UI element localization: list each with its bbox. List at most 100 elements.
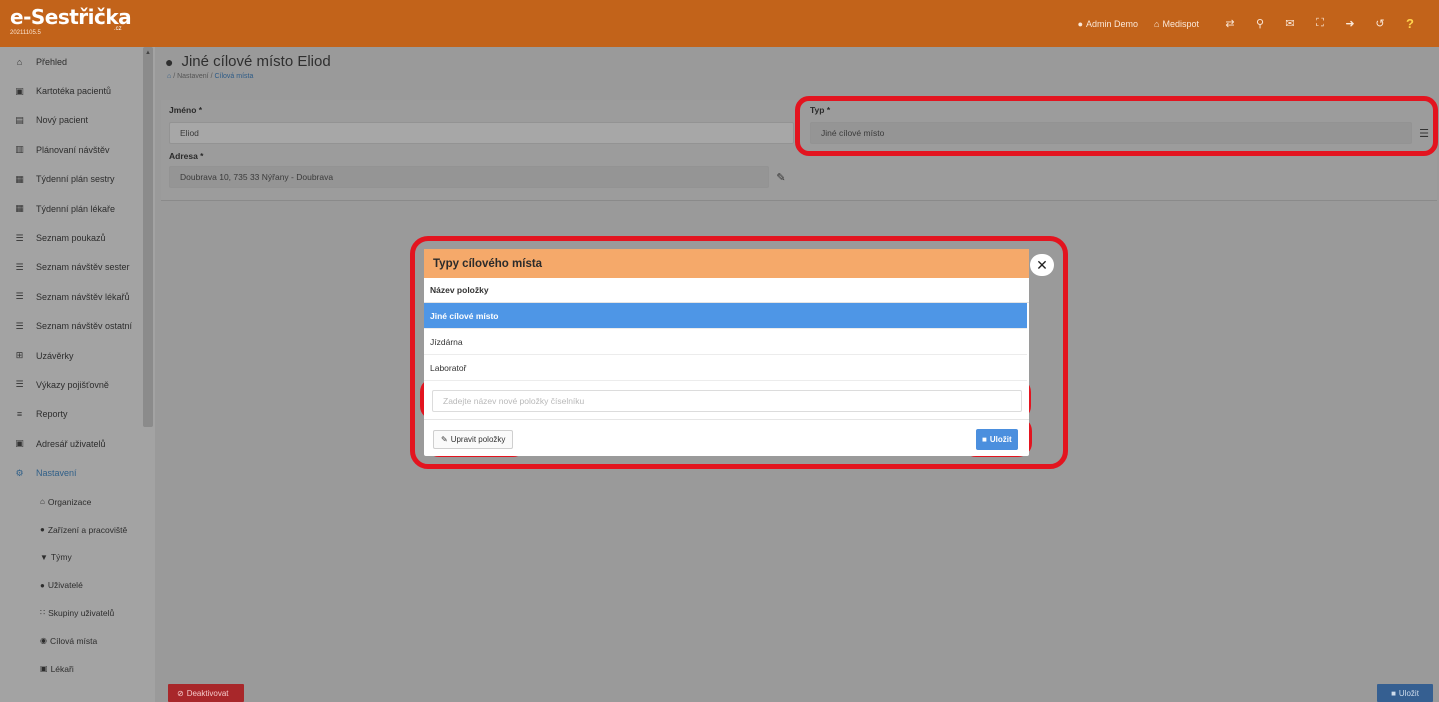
sidebar-item[interactable]: ☰ Seznam návštěv sester xyxy=(0,253,155,282)
sidebar-item[interactable]: ≡ Reporty xyxy=(0,400,155,429)
address-book-icon: ▣ xyxy=(15,438,24,449)
breadcrumb-target-places[interactable]: Cílová místa xyxy=(214,73,253,80)
sidebar-scrollbar[interactable] xyxy=(143,47,153,427)
sidebar-subitem[interactable]: ● Zařízení a pracoviště xyxy=(0,516,155,544)
user-menu[interactable]: ● Admin Demo xyxy=(1078,19,1138,29)
name-field[interactable]: Eliod xyxy=(169,122,794,144)
deactivate-label: Deaktivovat xyxy=(186,688,229,698)
help-icon[interactable]: ? xyxy=(1395,16,1425,31)
type-list-item[interactable]: Laboratoř xyxy=(424,355,1027,381)
bank-icon: ⌂ xyxy=(1154,18,1160,29)
sidebar-subitem-label: Organizace xyxy=(47,496,92,507)
sidebar-subitem[interactable]: ⌂ Organizace xyxy=(0,488,155,516)
users-icon: ∷ xyxy=(40,608,46,618)
type-field[interactable]: Jiné cílové místo xyxy=(810,122,1412,144)
search-icon[interactable]: ⚲ xyxy=(1245,17,1275,30)
page-header: ● Jiné cílové místo Eliod ⌂ / Nastavení … xyxy=(155,47,1439,93)
sidebar: ⌂ Přehled ▣ Kartotéka pacientů ▤ Nový pacient… xyxy=(0,47,155,702)
type-list-item[interactable]: Jiné cílové místo xyxy=(424,303,1027,329)
logo-text: e-Sestřička xyxy=(10,5,132,29)
sidebar-item-label: Uzávěrky xyxy=(36,350,74,361)
sidebar-subitem[interactable]: ◉ Cílová místa xyxy=(0,627,155,655)
sidebar-item[interactable]: ☰ Seznam návštěv ostatní xyxy=(0,312,155,341)
sidebar-subitem[interactable]: ▼ Týmy xyxy=(0,543,155,571)
scroll-up-icon[interactable]: ▲ xyxy=(145,50,151,56)
id-card-icon: ▤ xyxy=(15,114,24,125)
sidebar-item[interactable]: ▤ Nový pacient xyxy=(0,106,155,135)
sidebar-subitem[interactable]: ▣ Lékaři xyxy=(0,655,155,683)
app-version: 20211105.5 xyxy=(10,30,41,36)
sidebar-subitem[interactable]: ● Uživatelé xyxy=(0,571,155,599)
list-icon: ☰ xyxy=(15,261,24,272)
list-icon: ☰ xyxy=(15,379,24,390)
sidebar-item[interactable]: ▥ Plánovaní návštěv xyxy=(0,135,155,164)
breadcrumb: ⌂ / Nastavení / Cílová místa xyxy=(167,73,254,80)
fullscreen-icon[interactable]: ⛶ xyxy=(1305,17,1335,30)
name-label: Jméno * xyxy=(169,105,203,115)
user-icon: ● xyxy=(40,580,45,590)
sidebar-item-label: Seznam návštěv lékařů xyxy=(36,291,130,302)
ban-icon: ⊘ xyxy=(177,688,184,698)
dialog-title: Typy cílového místa xyxy=(424,249,1029,278)
floppy-icon: ■ xyxy=(1391,688,1396,698)
sidebar-item[interactable]: ☰ Seznam poukazů xyxy=(0,223,155,252)
card-icon: ▣ xyxy=(15,85,24,96)
grid-icon: ⊞ xyxy=(15,350,24,361)
bank-icon: ⌂ xyxy=(40,497,45,507)
sidebar-item-label: Týdenní plán lékaře xyxy=(36,203,116,214)
user-name: Admin Demo xyxy=(1086,18,1139,29)
edit-items-button[interactable]: ✎ Upravit položky xyxy=(433,430,514,449)
chart-icon: ≡ xyxy=(16,409,23,420)
close-icon[interactable]: ✕ xyxy=(1030,254,1054,276)
dialog-footer: ✎ Upravit položky ■ Uložit xyxy=(424,419,1029,456)
circle-icon: ● xyxy=(40,525,45,535)
save-button[interactable]: ■ Uložit xyxy=(1377,684,1433,702)
sidebar-subitem-label: Zařízení a pracoviště xyxy=(47,524,128,535)
target-type-dialog: Typy cílového místa Název položky Jiné c… xyxy=(424,249,1029,456)
list-icon: ☰ xyxy=(15,232,24,243)
dialog-save-button[interactable]: ■ Uložit xyxy=(976,429,1018,450)
breadcrumb-settings[interactable]: Nastavení xyxy=(177,73,209,80)
deactivate-button[interactable]: ⊘ Deaktivovat xyxy=(168,684,244,702)
home-icon: ⌂ xyxy=(16,56,23,67)
sidebar-item[interactable]: ⊞ Uzávěrky xyxy=(0,341,155,370)
sidebar-subitem-label: Cílová místa xyxy=(49,635,98,646)
cogs-icon: ⚙ xyxy=(15,467,24,478)
sidebar-item-label: Plánovaní návštěv xyxy=(36,144,110,155)
page-title-row: ● Jiné cílové místo Eliod xyxy=(165,53,1439,70)
sidebar-item[interactable]: ☰ Výkazy pojišťovně xyxy=(0,370,155,399)
list-select-icon[interactable]: ☰ xyxy=(1412,122,1436,144)
edit-icon: ✎ xyxy=(441,435,448,444)
logout-icon[interactable]: ➜ xyxy=(1335,17,1365,30)
sidebar-item[interactable]: ▦ Týdenní plán sestry xyxy=(0,165,155,194)
envelope-icon[interactable]: ✉ xyxy=(1275,17,1305,30)
edit-form: Jméno * Eliod Adresa * Doubrava 10, 735 … xyxy=(161,100,1437,201)
address-field[interactable]: Doubrava 10, 735 33 Nýřany - Doubrava xyxy=(169,166,769,188)
calendar-icon: ▦ xyxy=(15,203,24,214)
edit-address-icon[interactable]: ✎ xyxy=(769,166,793,188)
app-logo[interactable]: e-Sestřička .cz 20211105.5 xyxy=(0,0,160,47)
sidebar-item[interactable]: ⌂ Přehled xyxy=(0,47,155,76)
type-list-item[interactable]: Jízdárna xyxy=(424,329,1027,355)
history-icon[interactable]: ↺ xyxy=(1365,17,1395,30)
sidebar-item[interactable]: ▣ Kartotéka pacientů xyxy=(0,76,155,105)
user-icon: ● xyxy=(1077,18,1083,29)
sidebar-item[interactable]: ▣ Adresář uživatelů xyxy=(0,429,155,458)
organization-name: Medispot xyxy=(1162,18,1199,29)
calendar-icon: ▦ xyxy=(15,173,24,184)
new-item-input[interactable]: Zadejte název nové položky číselníku xyxy=(432,390,1022,412)
sidebar-item[interactable]: ⚙ Nastavení xyxy=(0,458,155,487)
top-nav: ● Admin Demo ⌂ Medispot ⇄ ⚲ ✉ ⛶ ➜ ↺ ? xyxy=(1078,0,1439,47)
sidebar-item[interactable]: ☰ Seznam návštěv lékařů xyxy=(0,282,155,311)
exchange-icon[interactable]: ⇄ xyxy=(1215,17,1245,30)
type-label: Typ * xyxy=(810,105,831,115)
organization-menu[interactable]: ⌂ Medispot xyxy=(1154,19,1199,29)
floppy-icon: ■ xyxy=(982,435,987,444)
sidebar-item-label: Týdenní plán sestry xyxy=(36,174,115,185)
sidebar-item-label: Nastavení xyxy=(36,468,77,479)
sidebar-item[interactable]: ▦ Týdenní plán lékaře xyxy=(0,194,155,223)
home-icon[interactable]: ⌂ xyxy=(167,73,171,80)
map-marker-icon: ● xyxy=(165,53,174,70)
sidebar-subitem[interactable]: ∷ Skupiny uživatelů xyxy=(0,599,155,627)
list-icon: ☰ xyxy=(15,320,24,331)
